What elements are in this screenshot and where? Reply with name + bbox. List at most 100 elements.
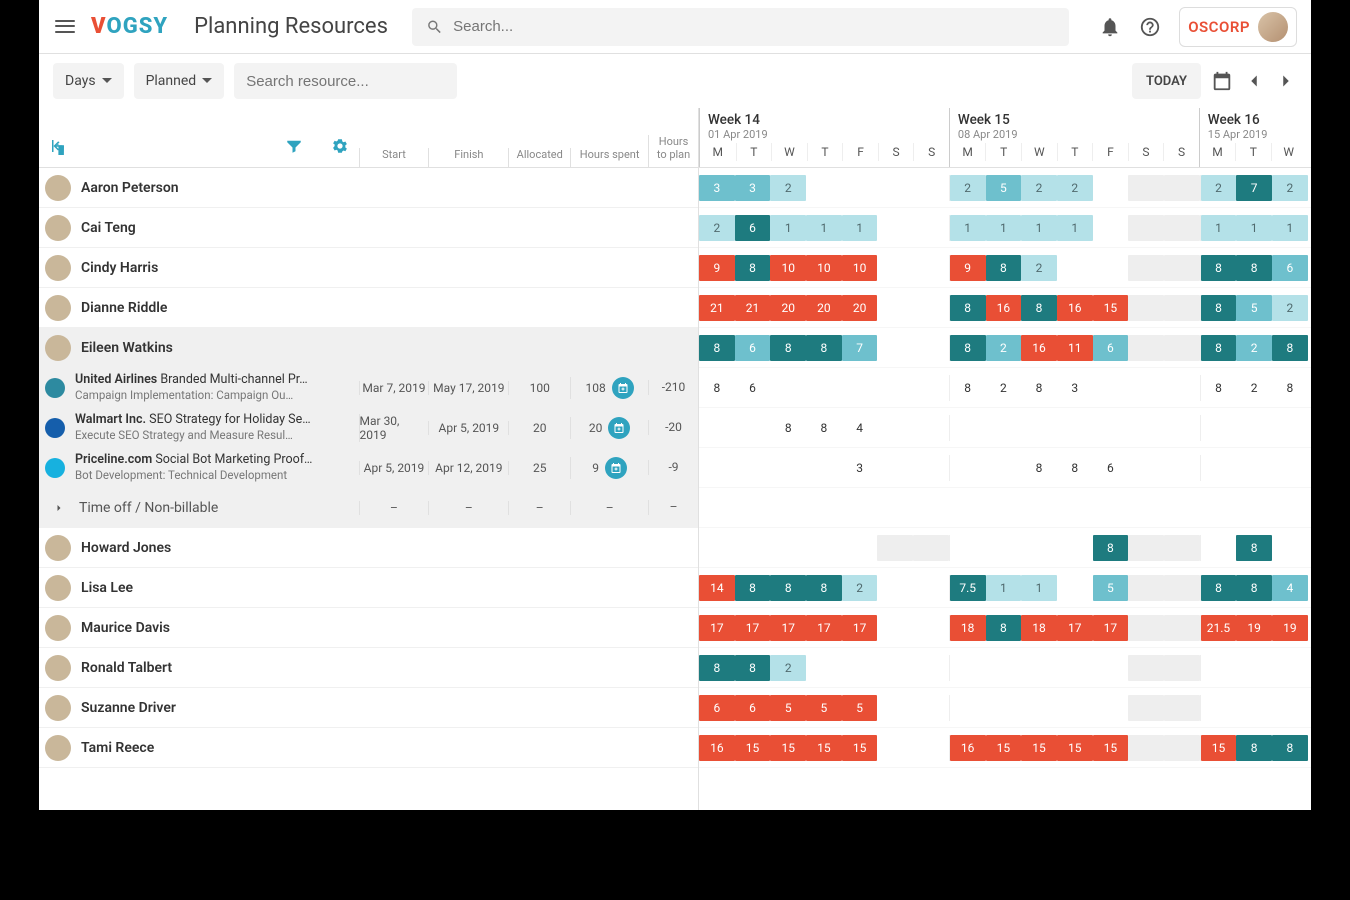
day-cell[interactable] [1093,415,1129,441]
day-cell[interactable] [913,255,949,281]
day-cell[interactable]: 17 [806,615,842,641]
day-cell[interactable] [806,535,842,561]
day-cell[interactable]: 8 [735,655,771,681]
resource-row[interactable]: Cai Teng [39,208,698,248]
day-cell[interactable]: 15 [1057,735,1093,761]
day-cell[interactable]: 17 [770,615,806,641]
day-cell[interactable] [699,535,735,561]
day-cell[interactable]: 9 [699,255,735,281]
day-cell[interactable]: 8 [950,335,986,361]
day-cell[interactable] [913,695,949,721]
day-cell[interactable]: 8 [806,415,842,441]
day-cell[interactable] [1093,695,1129,721]
day-cell[interactable]: 8 [1236,735,1272,761]
resource-row[interactable]: Eileen Watkins [39,328,698,368]
day-cell[interactable]: 1 [986,575,1022,601]
day-cell[interactable] [1201,655,1237,681]
day-cell[interactable]: 4 [842,415,878,441]
day-cell[interactable]: 8 [806,335,842,361]
day-cell[interactable]: 2 [986,375,1022,401]
day-cell[interactable]: 8 [770,575,806,601]
day-cell[interactable]: 20 [842,295,878,321]
day-cell[interactable] [986,655,1022,681]
resource-row[interactable]: Aaron Peterson [39,168,698,208]
day-cell[interactable]: 8 [1057,455,1093,481]
day-cell[interactable]: 8 [1236,535,1272,561]
day-cell[interactable] [1128,335,1164,361]
day-cell[interactable]: 3 [735,175,771,201]
day-cell[interactable]: 8 [735,575,771,601]
timeoff-row[interactable]: Time off / Non-billable ––––– [39,488,698,528]
day-cell[interactable] [950,535,986,561]
day-cell[interactable]: 1 [806,215,842,241]
day-cell[interactable]: 10 [806,255,842,281]
day-cell[interactable]: 8 [806,575,842,601]
day-cell[interactable] [913,575,949,601]
day-cell[interactable] [1057,695,1093,721]
day-cell[interactable] [1093,655,1129,681]
day-cell[interactable] [842,535,878,561]
day-cell[interactable]: 16 [1057,295,1093,321]
day-cell[interactable]: 16 [950,735,986,761]
day-cell[interactable]: 8 [986,615,1022,641]
day-cell[interactable] [1164,375,1200,401]
day-cell[interactable] [1164,535,1200,561]
day-cell[interactable] [699,415,735,441]
day-cell[interactable]: 17 [1057,615,1093,641]
day-cell[interactable] [1128,615,1164,641]
day-cell[interactable] [1164,655,1200,681]
day-cell[interactable]: 6 [735,335,771,361]
resource-row[interactable]: Ronald Talbert [39,648,698,688]
day-cell[interactable]: 8 [986,255,1022,281]
day-cell[interactable] [1164,255,1200,281]
day-cell[interactable]: 15 [806,735,842,761]
day-cell[interactable]: 3 [842,455,878,481]
day-cell[interactable]: 1 [1021,215,1057,241]
day-cell[interactable]: 15 [986,735,1022,761]
day-cell[interactable]: 18 [1021,615,1057,641]
day-cell[interactable]: 15 [770,735,806,761]
day-cell[interactable] [913,335,949,361]
day-cell[interactable] [950,415,986,441]
day-cell[interactable] [1128,735,1164,761]
day-cell[interactable]: 6 [1272,255,1308,281]
day-cell[interactable] [1164,175,1200,201]
day-cell[interactable] [1164,615,1200,641]
day-cell[interactable] [806,455,842,481]
day-cell[interactable]: 8 [699,375,735,401]
day-cell[interactable] [1093,255,1129,281]
day-cell[interactable]: 7 [842,335,878,361]
day-cell[interactable] [950,655,986,681]
day-cell[interactable]: 1 [1272,215,1308,241]
day-cell[interactable] [986,535,1022,561]
day-cell[interactable]: 5 [1093,575,1129,601]
filter-icon[interactable] [285,137,303,155]
day-cell[interactable] [1057,255,1093,281]
day-cell[interactable]: 2 [1236,375,1272,401]
day-cell[interactable]: 8 [1201,255,1237,281]
day-cell[interactable] [1128,655,1164,681]
view-mode-select[interactable]: Days [53,63,124,99]
day-cell[interactable] [986,695,1022,721]
day-cell[interactable] [877,695,913,721]
day-cell[interactable]: 5 [986,175,1022,201]
day-cell[interactable]: 1 [986,215,1022,241]
day-cell[interactable]: 2 [1272,295,1308,321]
day-cell[interactable]: 6 [735,215,771,241]
resource-row[interactable]: Howard Jones [39,528,698,568]
day-cell[interactable] [735,455,771,481]
day-cell[interactable] [806,175,842,201]
day-cell[interactable]: 1 [1236,215,1272,241]
day-cell[interactable]: 10 [842,255,878,281]
day-cell[interactable] [1272,415,1308,441]
day-cell[interactable]: 8 [1201,375,1237,401]
day-cell[interactable]: 2 [770,655,806,681]
status-filter-select[interactable]: Planned [134,63,225,99]
day-cell[interactable]: 17 [699,615,735,641]
day-cell[interactable]: 8 [770,335,806,361]
day-cell[interactable]: 6 [735,375,771,401]
day-cell[interactable]: 15 [1093,735,1129,761]
day-cell[interactable]: 9 [950,255,986,281]
day-cell[interactable] [1164,455,1200,481]
day-cell[interactable]: 2 [950,175,986,201]
